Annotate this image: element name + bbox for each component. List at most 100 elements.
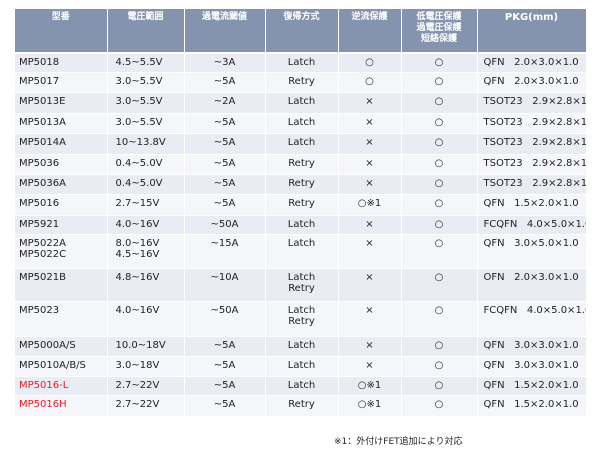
cell-reverse-protection: × xyxy=(338,215,402,235)
cell-recovery-mode: Latch xyxy=(265,234,339,269)
cell-package: OFN 2.0×3.0×1.0 xyxy=(477,268,587,302)
table-row: MP5023 4.0~16V ~50A Latch Retry × ○ FCQF… xyxy=(15,301,587,337)
cell-recovery-mode: Retry xyxy=(265,154,339,175)
header-model: 型番 xyxy=(15,9,108,54)
cell-reverse-protection: × xyxy=(338,356,402,377)
cell-reverse-protection: × xyxy=(338,268,402,302)
cell-overcurrent: ~15A xyxy=(184,234,266,269)
cell-voltage-range: 0.4~5.0V xyxy=(107,154,185,175)
cell-voltage-range: 10.0~18V xyxy=(107,336,185,357)
cell-voltage-range: 3.0~5.5V xyxy=(107,72,185,93)
cell-overcurrent: ~5A xyxy=(184,356,266,377)
cell-reverse-protection: × xyxy=(338,133,402,155)
cell-voltage-protection: ○ xyxy=(401,113,478,134)
efuse-product-table: 型番 電圧範囲 過電流閾値 復帰方式 逆流保護 低電圧保護 過電圧保護 短絡保護… xyxy=(15,9,587,417)
cell-reverse-protection: ○ xyxy=(338,53,402,73)
table-row: MP5013A 3.0~5.5V ~5A Latch × ○ TSOT23 2.… xyxy=(15,113,587,134)
cell-package: TSOT23 2.9×2.8×1.0 xyxy=(477,174,587,195)
cell-reverse-protection: ○ xyxy=(338,72,402,93)
table-row: MP5016-L 2.7~22V ~5A Latch ○※1 ○ QFN 1.5… xyxy=(15,376,587,396)
cell-package: QFN 3.0×3.0×1.0 xyxy=(477,356,587,377)
cell-reverse-protection: × xyxy=(338,154,402,175)
header-overcurrent-threshold: 過電流閾値 xyxy=(184,9,266,54)
cell-model: MP5016H xyxy=(15,395,108,417)
cell-overcurrent: ~3A xyxy=(184,53,266,73)
table-row: MP5014A 10~13.8V ~5A Latch × ○ TSOT23 2.… xyxy=(15,133,587,155)
cell-overcurrent: ~5A xyxy=(184,395,266,417)
cell-voltage-protection: ○ xyxy=(401,301,478,337)
cell-voltage-range: 3.0~5.5V xyxy=(107,92,185,114)
cell-model: MP5013A xyxy=(15,113,108,134)
cell-recovery-mode: Retry xyxy=(265,72,339,93)
cell-voltage-protection: ○ xyxy=(401,174,478,195)
cell-reverse-protection: × xyxy=(338,113,402,134)
cell-package: TSOT23 2.9×2.8×1.0 xyxy=(477,154,587,175)
cell-voltage-range: 4.5~5.5V xyxy=(107,53,185,73)
cell-package: FCQFN 4.0×5.0×1.0 xyxy=(477,301,587,337)
cell-recovery-mode: Latch xyxy=(265,53,339,73)
cell-voltage-range: 10~13.8V xyxy=(107,133,185,155)
cell-reverse-protection: × xyxy=(338,174,402,195)
cell-model: MP5017 xyxy=(15,72,108,93)
product-table-container: 型番 電圧範囲 過電流閾値 復帰方式 逆流保護 低電圧保護 過電圧保護 短絡保護… xyxy=(15,9,587,417)
cell-model: MP5023 xyxy=(15,301,108,337)
cell-reverse-protection: ○※1 xyxy=(338,194,402,216)
cell-model: MP5021B xyxy=(15,268,108,302)
cell-voltage-range: 2.7~15V xyxy=(107,194,185,216)
cell-package: QFN 2.0×3.0×1.0 xyxy=(477,53,587,73)
table-row: MP5022A MP5022C 8.0~16V 4.5~16V ~15A Lat… xyxy=(15,234,587,269)
cell-package: TSOT23 2.9×2.8×1.0 xyxy=(477,133,587,155)
cell-voltage-protection: ○ xyxy=(401,268,478,302)
cell-overcurrent: ~5A xyxy=(184,174,266,195)
table-row: MP5018 4.5~5.5V ~3A Latch ○ ○ QFN 2.0×3.… xyxy=(15,53,587,73)
cell-voltage-protection: ○ xyxy=(401,53,478,73)
table-header-row: 型番 電圧範囲 過電流閾値 復帰方式 逆流保護 低電圧保護 過電圧保護 短絡保護… xyxy=(15,9,587,54)
cell-model: MP5000A/S xyxy=(15,336,108,357)
cell-recovery-mode: Retry xyxy=(265,174,339,195)
cell-overcurrent: ~5A xyxy=(184,113,266,134)
cell-package: TSOT23 2.9×2.8×1.0 xyxy=(477,92,587,114)
cell-package: QFN 1.5×2.0×1.0 xyxy=(477,376,587,396)
cell-reverse-protection: × xyxy=(338,92,402,114)
table-row: MP5016H 2.7~22V ~5A Retry ○※1 ○ QFN 1.5×… xyxy=(15,395,587,417)
table-row: MP5013E 3.0~5.5V ~2A Latch × ○ TSOT23 2.… xyxy=(15,92,587,114)
cell-overcurrent: ~10A xyxy=(184,268,266,302)
cell-model: MP5016-L xyxy=(15,376,108,396)
header-reverse-protection: 逆流保護 xyxy=(338,9,402,54)
footnote: ※1：外付けFET追加により対応 xyxy=(334,437,463,447)
cell-overcurrent: ~5A xyxy=(184,154,266,175)
cell-recovery-mode: Latch xyxy=(265,356,339,377)
header-recovery-mode: 復帰方式 xyxy=(265,9,339,54)
cell-recovery-mode: Retry xyxy=(265,395,339,417)
table-row: MP5036A 0.4~5.0V ~5A Retry × ○ TSOT23 2.… xyxy=(15,174,587,195)
cell-recovery-mode: Latch Retry xyxy=(265,268,339,302)
cell-recovery-mode: Latch Retry xyxy=(265,301,339,337)
table-row: MP5017 3.0~5.5V ~5A Retry ○ ○ QFN 2.0×3.… xyxy=(15,72,587,93)
cell-model: MP5022A MP5022C xyxy=(15,234,108,269)
cell-model: MP5036 xyxy=(15,154,108,175)
header-voltage-protection: 低電圧保護 過電圧保護 短絡保護 xyxy=(401,9,478,54)
cell-recovery-mode: Latch xyxy=(265,336,339,357)
cell-voltage-range: 8.0~16V 4.5~16V xyxy=(107,234,185,269)
cell-package: QFN 2.0×3.0×1.0 xyxy=(477,72,587,93)
table-row: MP5921 4.0~16V ~50A Latch × ○ FCQFN 4.0×… xyxy=(15,215,587,235)
cell-voltage-range: 3.0~18V xyxy=(107,356,185,377)
cell-recovery-mode: Latch xyxy=(265,215,339,235)
cell-package: QFN 1.5×2.0×1.0 xyxy=(477,395,587,417)
cell-overcurrent: ~5A xyxy=(184,336,266,357)
cell-voltage-protection: ○ xyxy=(401,356,478,377)
cell-overcurrent: ~5A xyxy=(184,194,266,216)
header-package: PKG(mm) xyxy=(477,9,587,54)
cell-recovery-mode: Latch xyxy=(265,376,339,396)
cell-reverse-protection: × xyxy=(338,336,402,357)
cell-recovery-mode: Retry xyxy=(265,194,339,216)
cell-voltage-protection: ○ xyxy=(401,215,478,235)
cell-model: MP5014A xyxy=(15,133,108,155)
table-row: MP5010A/B/S 3.0~18V ~5A Latch × ○ QFN 3.… xyxy=(15,356,587,377)
cell-package: FCQFN 4.0×5.0×1.0 xyxy=(477,215,587,235)
cell-voltage-range: 4.0~16V xyxy=(107,215,185,235)
cell-overcurrent: ~2A xyxy=(184,92,266,114)
cell-overcurrent: ~50A xyxy=(184,215,266,235)
cell-package: QFN 3.0×3.0×1.0 xyxy=(477,336,587,357)
cell-voltage-protection: ○ xyxy=(401,194,478,216)
